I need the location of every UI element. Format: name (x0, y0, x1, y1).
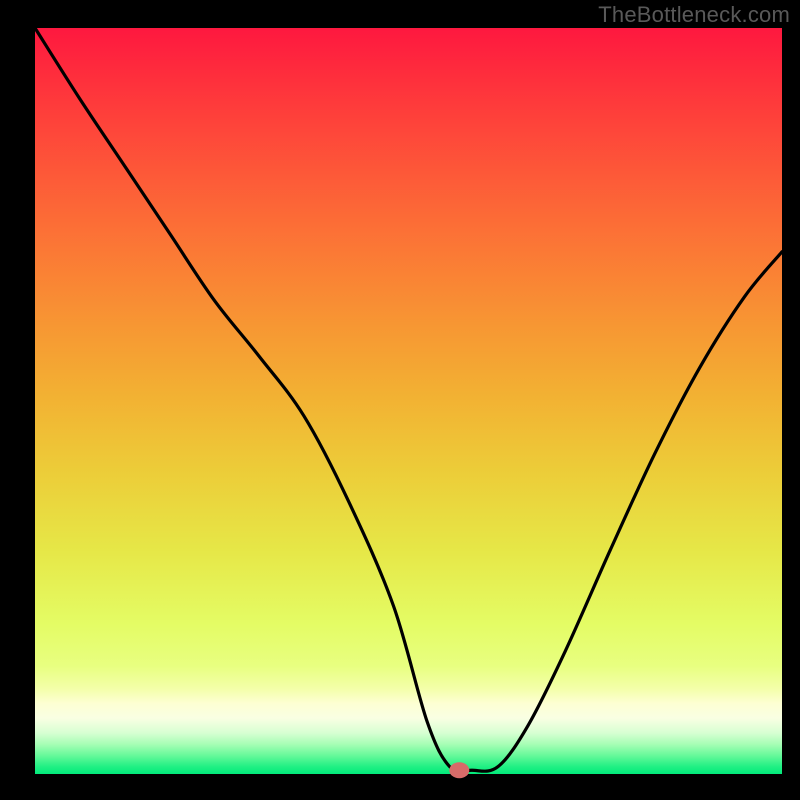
plot-background (35, 28, 782, 774)
chart-frame: TheBottleneck.com (0, 0, 800, 800)
optimal-marker (449, 762, 469, 778)
watermark-text: TheBottleneck.com (598, 2, 790, 28)
chart-svg (0, 0, 800, 800)
